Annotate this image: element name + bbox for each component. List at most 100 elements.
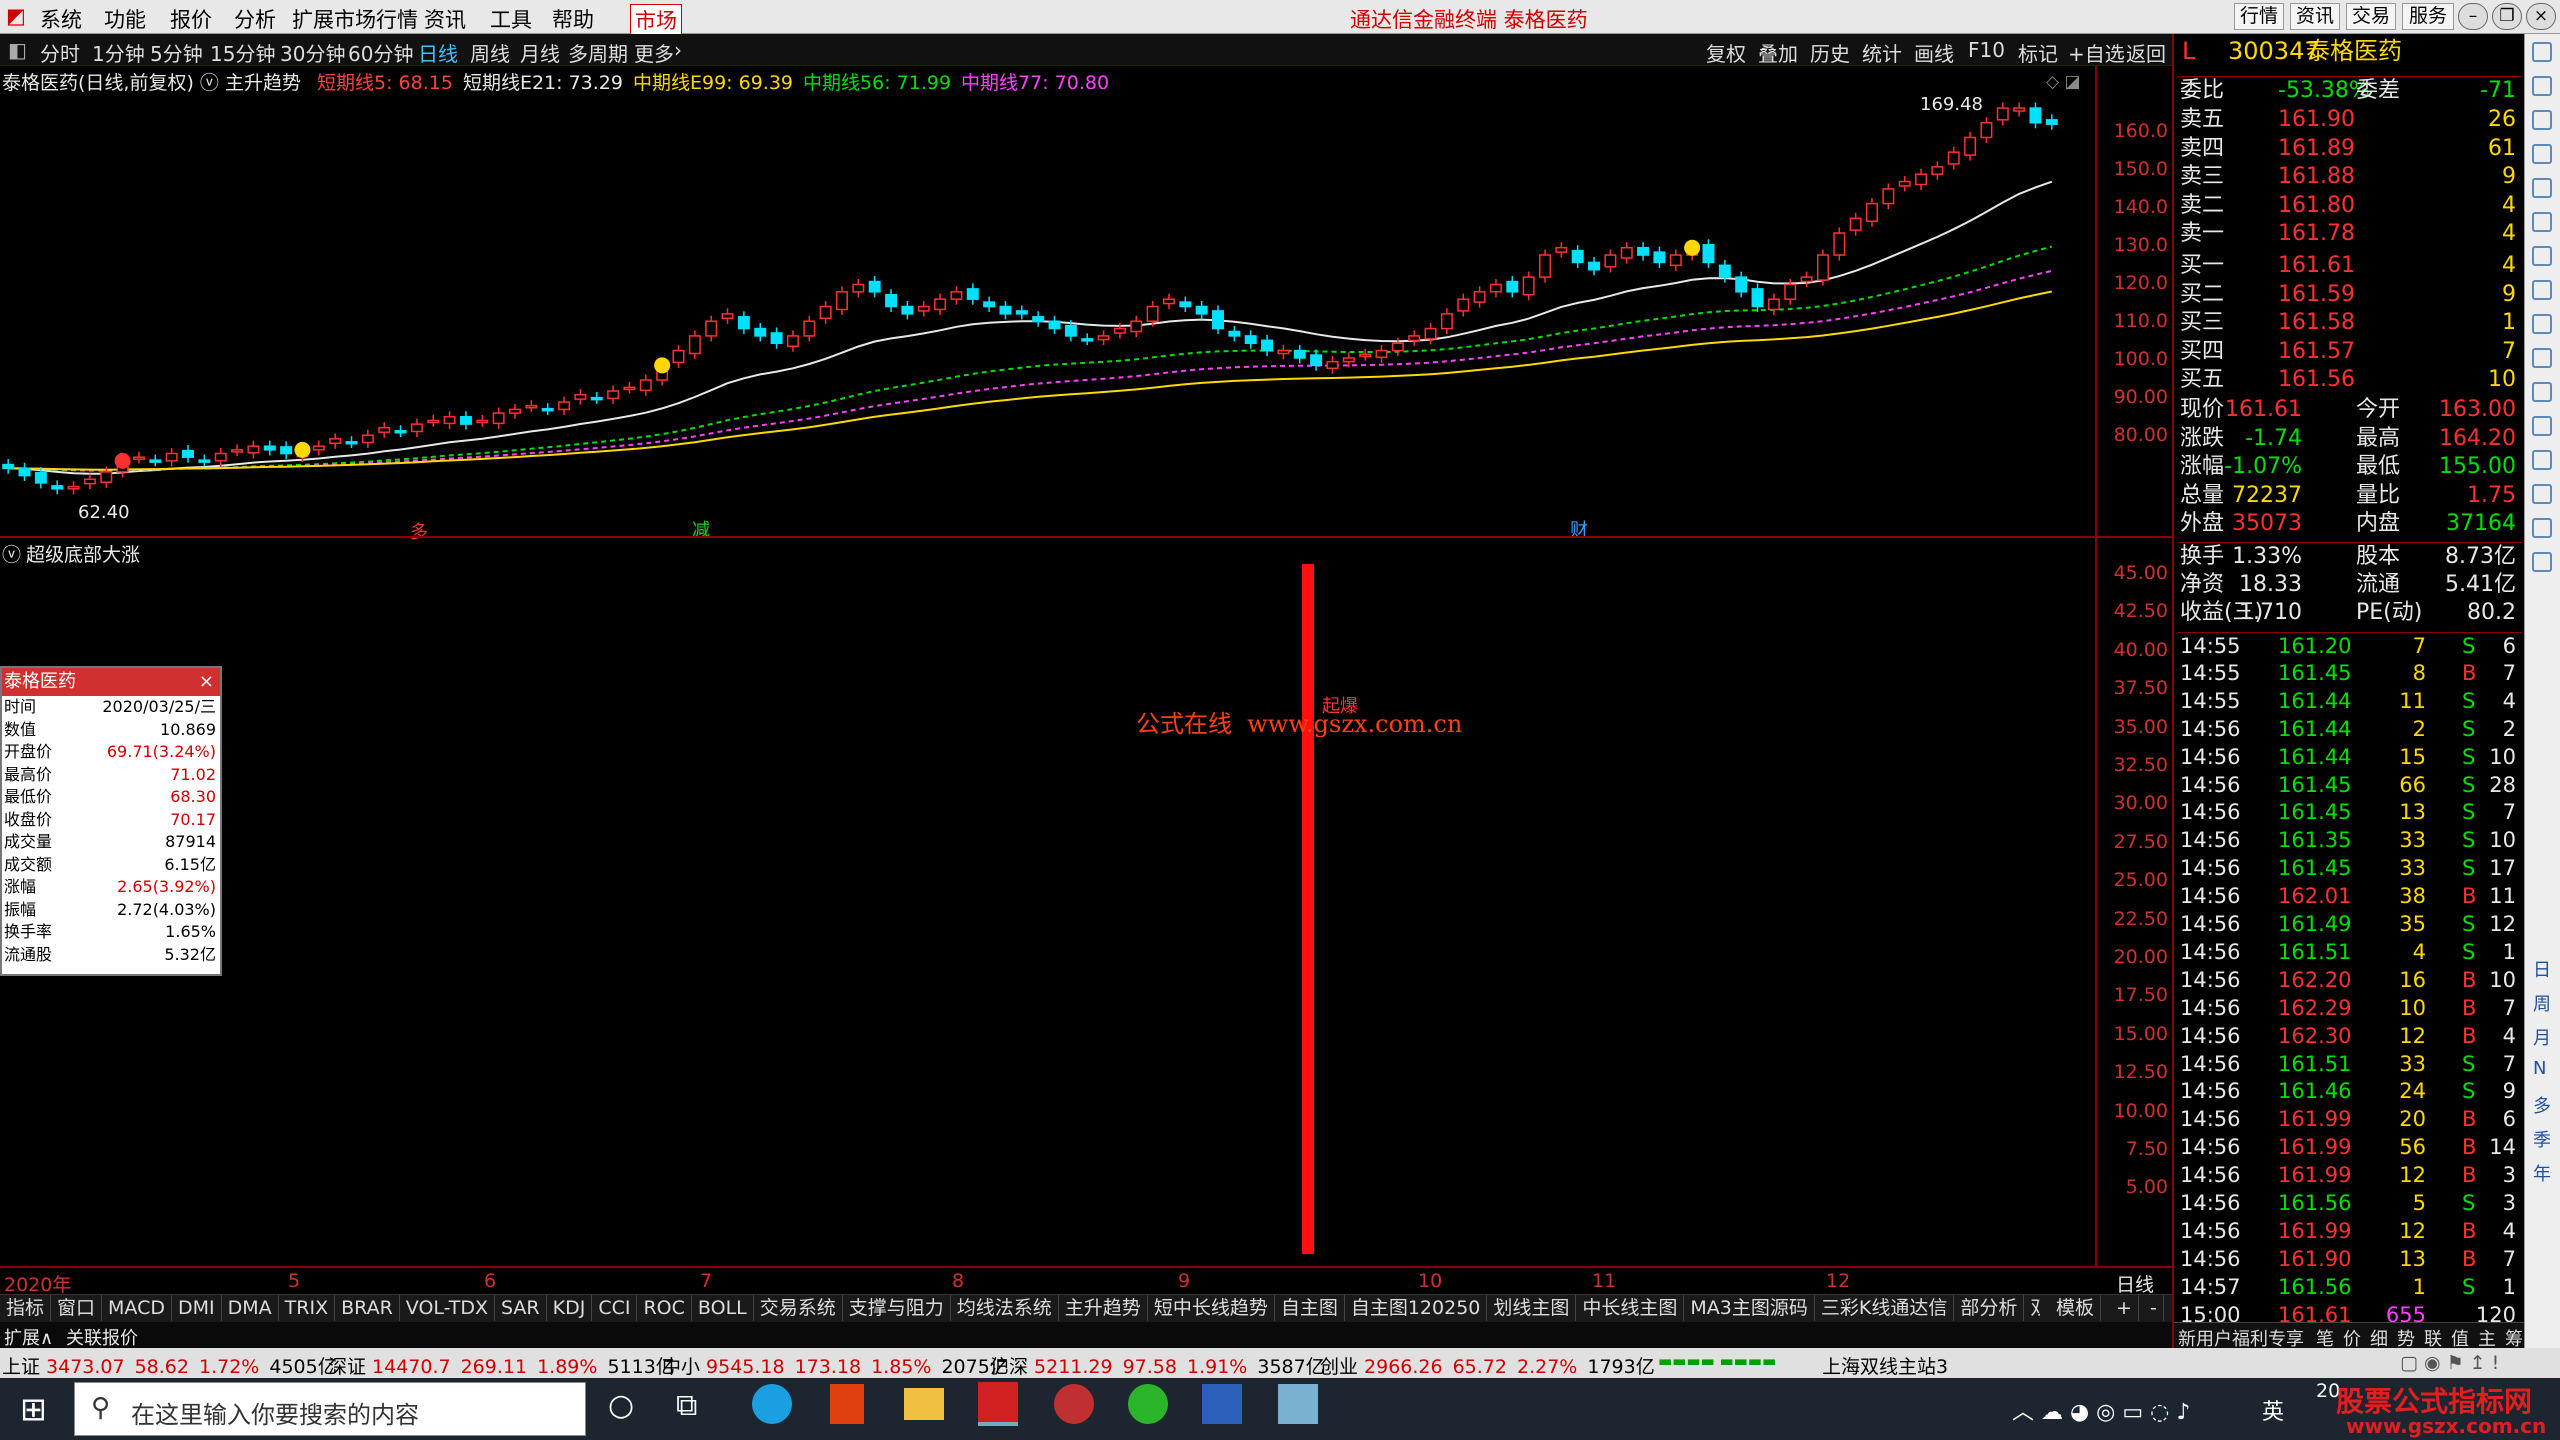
period-tab-intraday[interactable]: 分时 — [40, 38, 80, 67]
sell-level[interactable]: 卖四 161.89 61 — [2178, 135, 2522, 162]
buy-level[interactable]: 买三 161.58 1 — [2178, 309, 2522, 336]
tool-icon[interactable] — [2532, 280, 2552, 300]
index-quote[interactable]: 中小 9545.18 173.18 1.85% 2075亿 — [662, 1352, 1009, 1379]
menu-item-ext-market[interactable]: 扩展市场行情 — [292, 4, 418, 34]
period-tab-multi[interactable]: 多周期 — [568, 38, 628, 67]
period-tab-5min[interactable]: 5分钟 — [150, 38, 203, 67]
sys-button-quote[interactable]: 行情 — [2234, 3, 2284, 30]
indicator-tab[interactable]: 均线法系统 — [951, 1295, 1059, 1321]
period-shortcut[interactable]: 季 — [2533, 1126, 2551, 1152]
sys-button-trade[interactable]: 交易 — [2346, 3, 2396, 30]
minimize-icon[interactable]: – — [2458, 3, 2488, 30]
period-tab-15min[interactable]: 15分钟 — [210, 38, 275, 67]
indicator-tab[interactable]: 短中长线趋势 — [1148, 1295, 1275, 1321]
indicator-tab[interactable]: TRIX — [279, 1295, 336, 1321]
app-logo-icon[interactable]: ◩ — [6, 4, 26, 28]
period-tab-1min[interactable]: 1分钟 — [92, 38, 145, 67]
tool-icon[interactable] — [2532, 552, 2552, 572]
indicator-tab[interactable]: SAR — [495, 1295, 547, 1321]
related-quote-tab[interactable]: 关联报价 — [66, 1324, 138, 1350]
indicator-tab[interactable]: KDJ — [547, 1295, 593, 1321]
index-quote[interactable]: 沪深 5211.29 97.58 1.91% 3587亿 — [990, 1352, 1325, 1379]
toolbar-stats[interactable]: 统计 — [1862, 38, 1902, 67]
menu-item-news[interactable]: 资讯 — [424, 4, 466, 34]
menu-item-help[interactable]: 帮助 — [552, 4, 594, 34]
menu-item-function[interactable]: 功能 — [104, 4, 146, 34]
indicator-tab[interactable]: 部分析 — [1954, 1295, 2025, 1321]
period-tab-60min[interactable]: 60分钟 — [348, 38, 413, 67]
close-icon[interactable]: × — [199, 668, 214, 696]
extension-toggle[interactable]: 扩展∧ — [4, 1324, 53, 1350]
period-tab-monthly[interactable]: 月线 — [520, 38, 560, 67]
tool-icon[interactable] — [2532, 348, 2552, 368]
buy-level[interactable]: 买二 161.59 9 — [2178, 281, 2522, 308]
menu-item-system[interactable]: 系统 — [40, 4, 82, 34]
indicator-tab[interactable]: 双均包络线 — [2024, 1295, 2040, 1321]
toolbar-back[interactable]: 返回 — [2126, 38, 2166, 67]
toolbar-overlay[interactable]: 叠加 — [1758, 38, 1798, 67]
layout-icon[interactable]: ◧ — [8, 38, 27, 62]
toolbar-add-watchlist[interactable]: +自选 — [2068, 38, 2125, 67]
period-shortcut[interactable]: 日 — [2533, 956, 2551, 982]
indicator-tab[interactable]: 主升趋势 — [1059, 1295, 1148, 1321]
index-quote[interactable]: 创业 2966.26 65.72 2.27% 1793亿 — [1320, 1352, 1655, 1379]
server-name[interactable]: 上海双线主站3 — [1822, 1352, 1948, 1379]
period-shortcut[interactable]: 周 — [2533, 990, 2551, 1016]
menu-item-analysis[interactable]: 分析 — [234, 4, 276, 34]
tool-icon[interactable] — [2532, 76, 2552, 96]
buy-level[interactable]: 买四 161.57 7 — [2178, 338, 2522, 365]
toolbar-fuquan[interactable]: 复权 — [1706, 38, 1746, 67]
cortana-icon[interactable]: ○ — [608, 1388, 634, 1423]
period-shortcut[interactable]: N — [2533, 1058, 2546, 1079]
period-tab-weekly[interactable]: 周线 — [470, 38, 510, 67]
indicator-tab[interactable]: 三彩K线通达信 — [1815, 1295, 1955, 1321]
chart-settings-icon[interactable]: ◇ ◪ — [2046, 72, 2081, 92]
sub-indicator-chart[interactable]: 起爆 公式在线 www.gszx.com.cn — [0, 564, 2095, 1266]
app-icon[interactable] — [1278, 1384, 1318, 1424]
indicator-tab[interactable]: DMI — [172, 1295, 222, 1321]
indicator-tab[interactable]: MA3主图源码 — [1684, 1295, 1815, 1321]
period-tab-more[interactable]: 更多 — [634, 38, 674, 67]
remove-pane-button[interactable]: - — [2144, 1295, 2164, 1321]
main-kline-chart[interactable]: 泰格医药(日线,前复权) ⓥ 主升趋势 短期线5: 68.15 短期线E21: 7… — [0, 66, 2172, 543]
tray-icons[interactable]: ︿ ☁ ◕ ◎ ▭ ◌ ♪ — [2012, 1394, 2190, 1426]
indicator-tab[interactable]: 支撑与阻力 — [843, 1295, 951, 1321]
sys-button-service[interactable]: 服务 — [2402, 3, 2454, 30]
office-icon[interactable] — [830, 1384, 864, 1424]
tool-icon[interactable] — [2532, 212, 2552, 232]
tool-icon[interactable] — [2532, 110, 2552, 130]
indicator-tab[interactable]: 指标 — [0, 1295, 52, 1321]
indicator-tab[interactable]: CCI — [592, 1295, 638, 1321]
period-shortcut[interactable]: 月 — [2533, 1024, 2551, 1050]
toolbar-f10[interactable]: F10 — [1968, 38, 2005, 62]
template-button[interactable]: 模板 — [2050, 1295, 2102, 1321]
indicator-tab[interactable]: 划线主图 — [1487, 1295, 1577, 1321]
wechat-icon[interactable] — [1128, 1384, 1168, 1424]
indicator-tab[interactable]: 中长线主图 — [1576, 1295, 1685, 1321]
indicator-tab[interactable]: 窗口 — [51, 1295, 103, 1321]
restore-icon[interactable]: ❐ — [2492, 3, 2522, 30]
indicator-tab[interactable]: 自主图120250 — [1345, 1295, 1488, 1321]
tool-icon[interactable] — [2532, 42, 2552, 62]
menu-item-quote[interactable]: 报价 — [170, 4, 212, 34]
period-shortcut[interactable]: 多 — [2533, 1092, 2551, 1118]
buy-level[interactable]: 买五 161.56 10 — [2178, 366, 2522, 393]
sell-level[interactable]: 卖五 161.90 26 — [2178, 106, 2522, 133]
tool-icon[interactable] — [2532, 382, 2552, 402]
menu-item-market[interactable]: 市场 — [630, 4, 682, 36]
tdx-app-icon[interactable] — [978, 1382, 1018, 1426]
period-tab-30min[interactable]: 30分钟 — [280, 38, 345, 67]
word-icon[interactable] — [1202, 1384, 1242, 1424]
period-tab-daily[interactable]: 日线 — [418, 38, 458, 67]
indicator-tab[interactable]: MACD — [102, 1295, 172, 1321]
toolbar-history[interactable]: 历史 — [1810, 38, 1850, 67]
taskbar-search-box[interactable]: ⚲ 在这里输入你要搜索的内容 — [74, 1382, 586, 1436]
app-icon[interactable] — [1054, 1384, 1094, 1424]
sell-level[interactable]: 卖三 161.88 9 — [2178, 163, 2522, 190]
sub-indicator-dropdown-icon[interactable]: ⓥ — [2, 540, 21, 567]
windows-start-icon[interactable]: ⊞ — [20, 1390, 47, 1428]
close-icon[interactable]: × — [2526, 3, 2556, 30]
indicator-tab[interactable]: DMA — [222, 1295, 279, 1321]
tool-icon[interactable] — [2532, 246, 2552, 266]
sell-level[interactable]: 卖二 161.80 4 — [2178, 192, 2522, 219]
